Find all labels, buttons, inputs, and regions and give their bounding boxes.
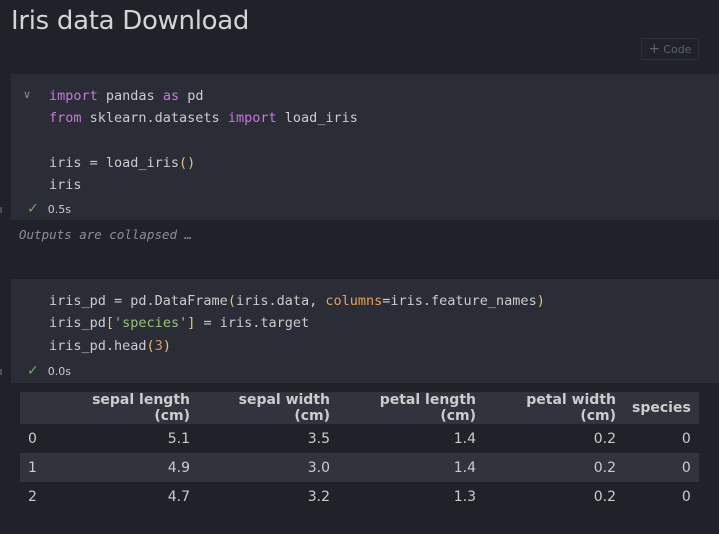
- row-index: 1: [28, 459, 37, 476]
- table-cell: 1.4: [453, 459, 476, 476]
- check-icon: ✓: [27, 363, 39, 379]
- outputs-collapsed-label[interactable]: Outputs are collapsed …: [19, 227, 192, 242]
- table-row: 2 4.7 3.2 1.3 0.2 0: [20, 482, 699, 511]
- cell-2-editor[interactable]: iris_pd = pd.DataFrame(iris.data, column…: [49, 290, 545, 357]
- column-header: sepal width (cm): [238, 392, 330, 424]
- table-cell: 1.3: [453, 488, 476, 505]
- chevron-down-icon[interactable]: ∨: [23, 88, 31, 101]
- dataframe-output: sepal length (cm) sepal width (cm) petal…: [20, 392, 699, 511]
- code-line: iris_pd['species'] = iris.target: [49, 315, 310, 332]
- column-header: petal length (cm): [379, 392, 476, 424]
- table-cell: 4.7: [167, 488, 190, 505]
- code-line: import pandas as pd: [49, 88, 204, 104]
- row-index: 0: [28, 430, 37, 447]
- notebook-title: Iris data Download: [11, 6, 250, 36]
- table-cell: 5.1: [167, 430, 190, 447]
- add-code-button[interactable]: + Code: [641, 38, 699, 60]
- table-header-row: sepal length (cm) sepal width (cm) petal…: [20, 392, 699, 424]
- table-cell: 0: [681, 459, 691, 476]
- check-icon: ✓: [27, 201, 39, 217]
- cell-gutter-marker: [0, 207, 2, 213]
- code-line: iris_pd.head(3): [49, 337, 171, 354]
- column-header: sepal length (cm): [92, 392, 190, 424]
- table-row: 0 5.1 3.5 1.4 0.2 0: [20, 424, 699, 453]
- cell-1-status: ✓ 0.5s: [27, 202, 71, 216]
- code-line: iris_pd = pd.DataFrame(iris.data, column…: [49, 293, 545, 309]
- column-header: species: [632, 400, 691, 416]
- table-cell: 1.4: [453, 430, 476, 447]
- table-cell: 0.2: [593, 430, 616, 447]
- table-cell: 3.2: [307, 488, 330, 505]
- cell-1-exec-time: 0.5s: [47, 202, 71, 216]
- code-line: iris = load_iris(): [49, 154, 196, 171]
- code-line: from sklearn.datasets import load_iris: [49, 110, 358, 127]
- table-cell: 0.2: [593, 459, 616, 476]
- cell-2-exec-time: 0.0s: [47, 364, 71, 378]
- table-cell: 0: [681, 488, 691, 505]
- column-header: petal width (cm): [526, 392, 616, 424]
- cell-gutter-marker: [0, 369, 2, 375]
- table-row: 1 4.9 3.0 1.4 0.2 0: [20, 453, 699, 482]
- column-header-index: [20, 392, 52, 424]
- add-code-label: Code: [663, 42, 692, 56]
- table-cell: 0: [681, 430, 691, 447]
- table-cell: 3.0: [307, 459, 330, 476]
- plus-icon: +: [648, 41, 661, 57]
- cell-1-editor[interactable]: import pandas as pd from sklearn.dataset…: [49, 85, 358, 196]
- table-cell: 3.5: [307, 430, 330, 447]
- code-line: iris: [49, 177, 82, 194]
- row-index: 2: [28, 488, 37, 505]
- cell-2-status: ✓ 0.0s: [27, 364, 71, 378]
- table-cell: 4.9: [167, 459, 190, 476]
- table-cell: 0.2: [593, 488, 616, 505]
